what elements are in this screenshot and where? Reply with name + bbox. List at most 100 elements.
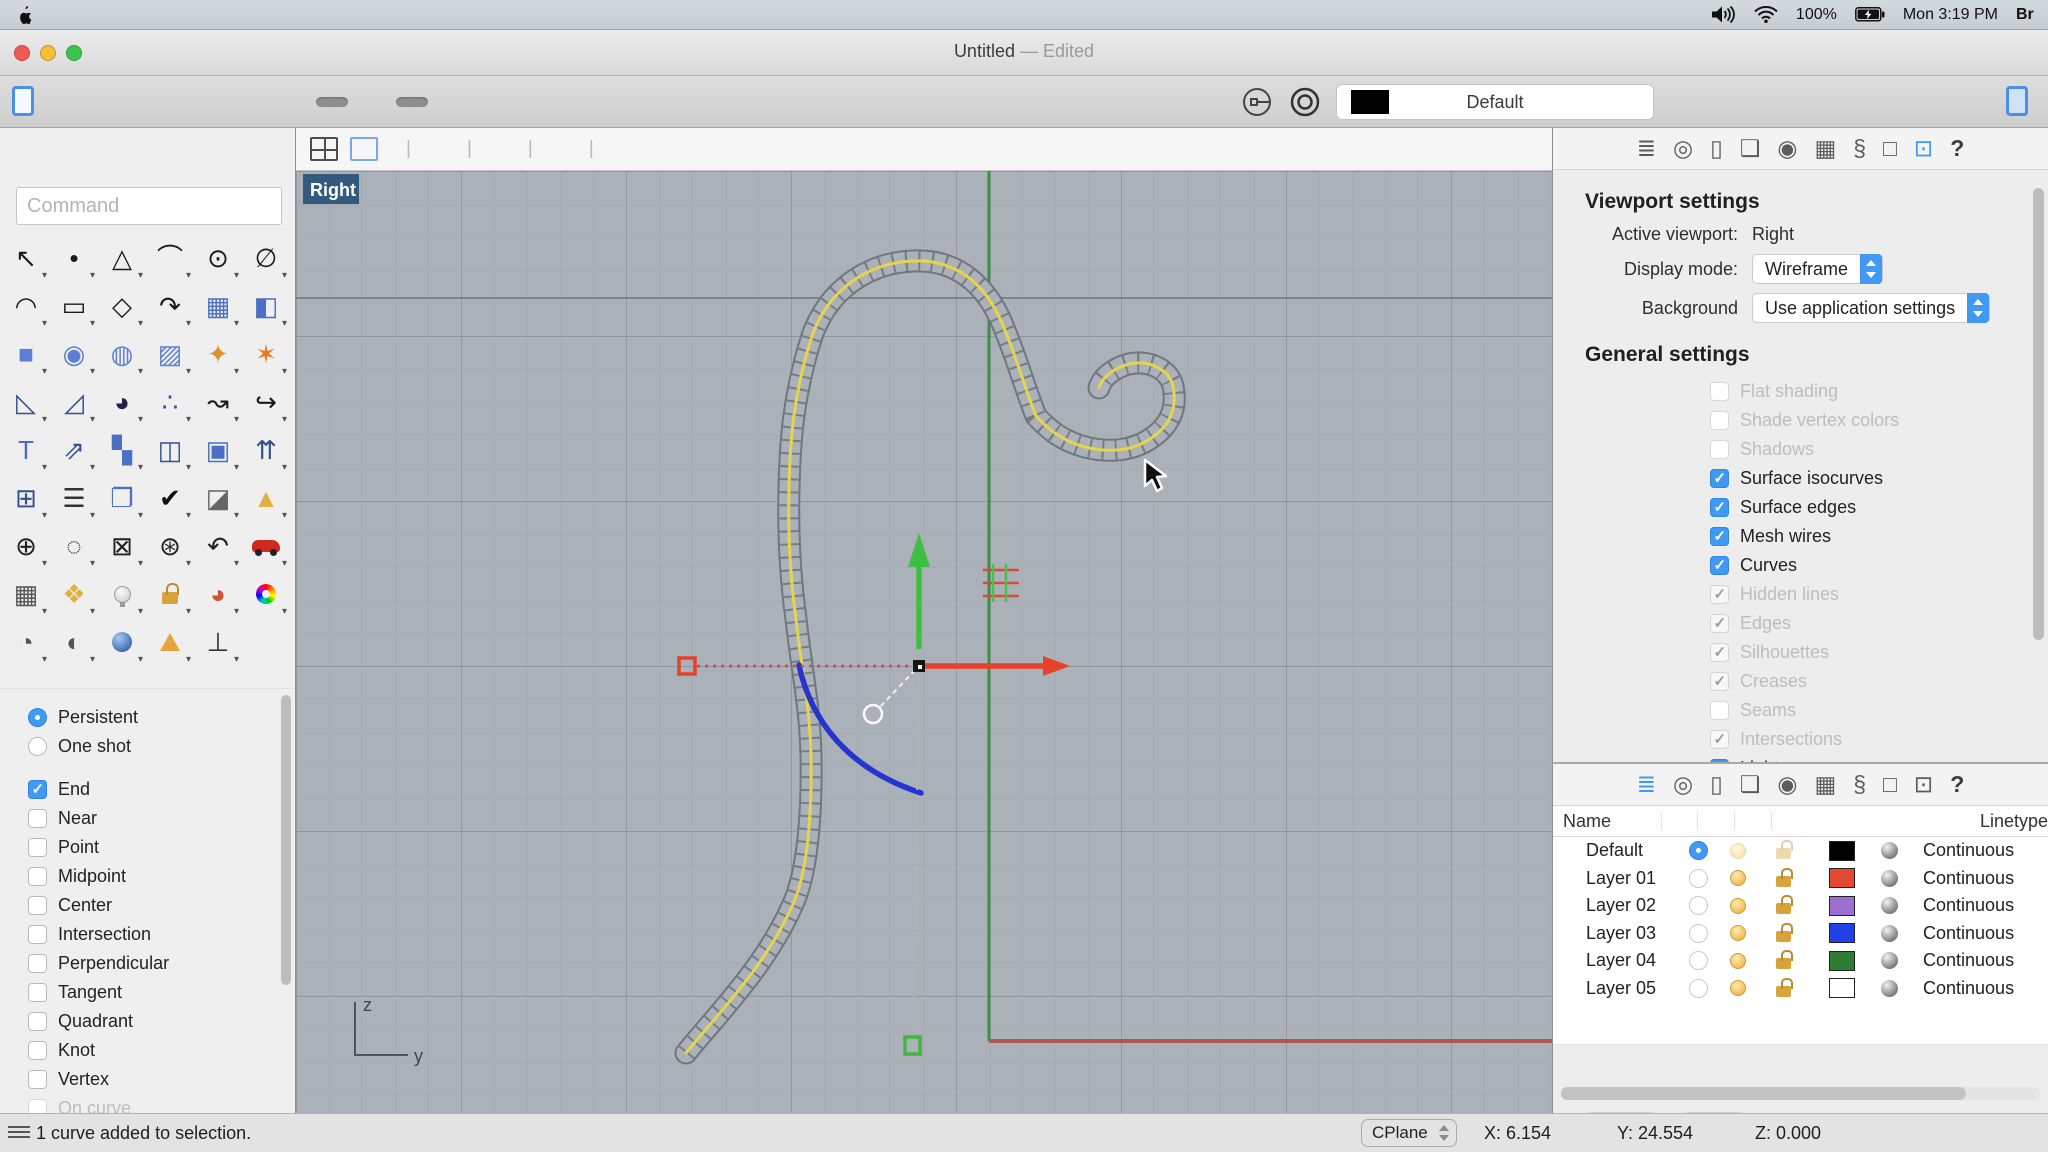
checkbox-icon[interactable] [1710,672,1729,691]
osnap-option[interactable]: Intersection [28,920,296,949]
right-sidebar-toggle-icon[interactable] [2006,86,2028,116]
display-option[interactable]: Surface isocurves [1710,464,2048,493]
layer-material-icon[interactable] [1881,980,1898,997]
cap-tool-icon[interactable]: ▣ [194,426,242,474]
layer-linetype[interactable]: Continuous [1923,923,2014,944]
frame-panel-icon[interactable]: □ [1883,773,1897,796]
layer-color-swatch[interactable] [1829,841,1855,861]
background-dropdown[interactable]: Use application settings [1752,293,1990,323]
planar-toggle[interactable] [264,97,268,107]
display-option[interactable]: Hidden lines [1710,580,2048,609]
render-sphere-tool-icon[interactable] [98,618,146,666]
camera-panel-icon[interactable]: ◉ [1777,137,1797,160]
display-panel-icon[interactable]: ⊡ [1914,773,1933,796]
grid-snap-toggle[interactable] [160,97,164,107]
osnap-option[interactable]: Perpendicular [28,949,296,978]
display-option[interactable]: Curves [1710,551,2048,580]
layer-linetype[interactable]: Continuous [1923,895,2014,916]
commands-panel-icon[interactable]: § [1853,773,1866,796]
viewport-name-label[interactable]: Right [303,174,359,204]
points-tool-icon[interactable]: ∴ [146,378,194,426]
viewport-tab[interactable] [561,138,622,160]
layers-horizontal-scrollbar[interactable] [1561,1087,2040,1100]
properties-panel-icon[interactable]: ◎ [1673,137,1693,160]
target-icon[interactable] [1288,85,1322,119]
layer-visibility-bulb-icon[interactable] [1730,898,1746,914]
commands-panel-icon[interactable]: § [1853,137,1866,160]
checkbox-icon[interactable] [1710,498,1729,517]
cylinder-tool-icon[interactable]: ◍ [98,330,146,378]
user-menu[interactable]: Br [2016,6,2046,24]
layer-name[interactable]: Layer 01 [1553,868,1681,889]
layer-visibility-bulb-icon[interactable] [1730,953,1746,969]
layer-color-swatch[interactable] [1829,978,1855,998]
boolean-tool-icon[interactable]: ✦ [194,330,242,378]
pointer-tool-icon[interactable]: ↖ [2,234,50,282]
layer-lock-icon[interactable] [1776,986,1791,997]
gumball-extrude-widget[interactable] [983,564,1019,602]
apple-menu-icon[interactable] [18,6,33,24]
layer-lock-icon[interactable] [1776,876,1791,887]
surface-tool-icon[interactable]: ▨ [146,330,194,378]
color-wheel-tool-icon[interactable] [242,570,290,618]
layer-name[interactable]: Layer 05 [1553,978,1681,999]
checkbox-icon[interactable] [28,780,47,799]
layer-row[interactable]: Layer 05 Continuous [1553,975,2048,1003]
object-panel-icon[interactable]: ❏ [1740,137,1761,160]
mirror-tool-icon[interactable]: ◫ [146,426,194,474]
zoom-window-tool-icon[interactable]: ◌ [50,522,98,570]
box-tool-icon[interactable]: ■ [2,330,50,378]
checkbox-icon[interactable] [28,925,47,944]
patch-tool-icon[interactable]: ◧ [242,282,290,330]
layer-lock-icon[interactable] [1776,958,1791,969]
display-option[interactable]: Creases [1710,667,2048,696]
extend-tool-icon[interactable]: ↪ [242,378,290,426]
checkbox-icon[interactable] [1710,440,1729,459]
polyline-tool-icon[interactable]: △ [98,234,146,282]
checkbox-icon[interactable] [1710,585,1729,604]
display-panel-icon[interactable]: ⊡ [1914,137,1933,160]
ortho-toggle[interactable] [212,97,216,107]
split-tool-icon[interactable]: ◿ [50,378,98,426]
layer-material-icon[interactable] [1881,925,1898,942]
layers-panel-icon[interactable]: ≣ [1637,137,1656,160]
radio-icon[interactable] [28,737,47,756]
car-tool-icon[interactable] [242,522,290,570]
cone-tool-icon[interactable] [146,618,194,666]
text-tool-icon[interactable]: T [2,426,50,474]
osnap-option[interactable]: Point [28,833,296,862]
lock-tool-icon[interactable] [146,570,194,618]
checkbox-icon[interactable] [28,1070,47,1089]
notes-panel-icon[interactable]: ▯ [1710,773,1723,796]
checkbox-icon[interactable] [28,809,47,828]
materials-panel-icon[interactable]: ▦ [1814,773,1836,796]
layer-lock-icon[interactable] [1776,931,1791,942]
rectangle-tool-icon[interactable]: ▭ [50,282,98,330]
viewport-canvas[interactable]: z y Right [296,171,1552,1113]
layer-visibility-bulb-icon[interactable] [1730,980,1746,996]
layer-color-swatch[interactable] [1829,923,1855,943]
layer-row[interactable]: Layer 04 Continuous [1553,947,2048,975]
offset-surface-tool-icon[interactable]: ❐ [98,474,146,522]
checkbox-icon[interactable] [28,1041,47,1060]
polygon-tool-icon[interactable]: ◇ [98,282,146,330]
checkbox-icon[interactable] [28,1099,47,1113]
cplane-tool-icon[interactable]: ▦ [2,570,50,618]
display-option[interactable]: Silhouettes [1710,638,2048,667]
osnap-option[interactable]: Tangent [28,978,296,1007]
osnap-option[interactable]: Vertex [28,1065,296,1094]
osnap-option[interactable]: Center [28,891,296,920]
gumball-toggle[interactable] [396,97,428,107]
object-panel-icon[interactable]: ❏ [1740,773,1761,796]
layer-current-radio[interactable] [1689,841,1708,860]
layer-lock-icon[interactable] [1776,903,1791,914]
command-input[interactable] [16,187,282,225]
four-viewports-icon[interactable] [310,137,338,161]
properties-panel-icon[interactable]: ◎ [1673,773,1693,796]
layer-row[interactable]: Default Continuous [1553,837,2048,865]
arc-tool-icon[interactable]: ◠ [2,282,50,330]
layer-linetype[interactable]: Continuous [1923,978,2014,999]
checkbox-icon[interactable] [28,1012,47,1031]
display-option[interactable]: Shade vertex colors [1710,406,2048,435]
layer-color-swatch[interactable] [1829,868,1855,888]
